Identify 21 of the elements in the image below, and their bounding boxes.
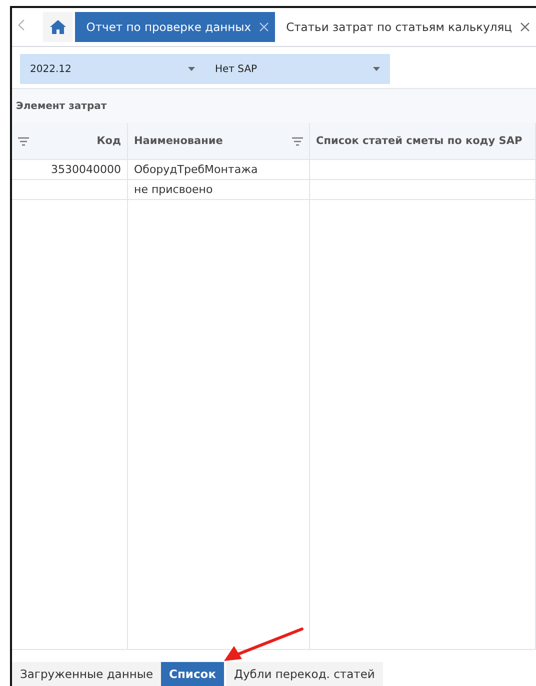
table-cell: ОборудТребМонтажа: [128, 160, 310, 180]
home-icon: [50, 20, 66, 34]
table-cell: 3530040000: [12, 160, 128, 180]
dropdown-field[interactable]: 2022.12: [20, 54, 205, 84]
tab[interactable]: Отчет по проверке данных: [75, 12, 276, 42]
filter-icon[interactable]: [18, 136, 29, 146]
column-header[interactable]: Список статей сметы по коду SAP: [310, 123, 536, 160]
column-header[interactable]: Код: [12, 123, 128, 160]
table-cell: не присвоено: [128, 180, 310, 200]
dropdown-caret-icon: [188, 67, 195, 71]
dropdown-caret-icon: [373, 67, 380, 71]
filter-icon[interactable]: [292, 136, 303, 146]
section-title: Элемент затрат: [12, 89, 536, 123]
dropdown-field[interactable]: Нет SAP: [205, 54, 390, 84]
close-icon[interactable]: [520, 22, 530, 32]
bottom-tab[interactable]: Список: [161, 662, 224, 686]
home-tab[interactable]: [42, 12, 74, 42]
bottom-tab[interactable]: Дубли перекод. статей: [226, 662, 383, 686]
back-chevron-icon[interactable]: [18, 18, 25, 32]
column-header[interactable]: Наименование: [128, 123, 310, 160]
bottom-tab[interactable]: Загруженные данные: [12, 662, 162, 686]
